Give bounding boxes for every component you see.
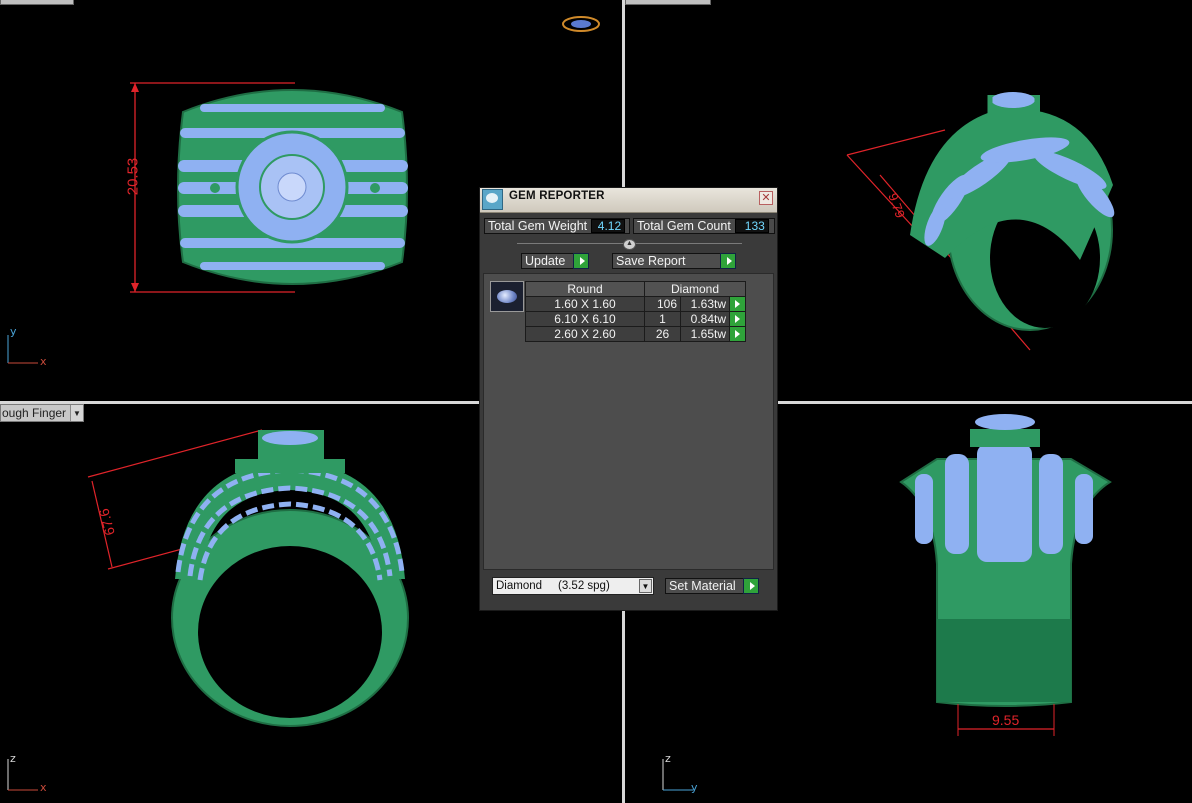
table-header-row: Round Diamond: [525, 281, 746, 297]
gem-reporter-panel: GEM REPORTER ✕ Total Gem Weight 4.12 Tot…: [479, 187, 778, 611]
viewport-label-dropdown[interactable]: ough Finger ▼: [0, 404, 84, 422]
axis-y-label: y: [10, 325, 17, 338]
total-gem-count-label: Total Gem Count: [637, 219, 731, 233]
material-select-value: Diamond (3.52 spg): [496, 580, 610, 592]
set-material-button[interactable]: Set Material: [665, 578, 759, 594]
view-cube-icon[interactable]: [561, 14, 601, 36]
gem-count-cell: 106: [644, 296, 681, 312]
axis-indicator-side: [662, 759, 693, 791]
select-gems-button[interactable]: [729, 311, 746, 327]
axis-x-label: x: [40, 355, 47, 368]
axis-indicator: [7, 335, 38, 364]
total-gem-count-value: 133: [734, 219, 769, 233]
save-report-button-label: Save Report: [616, 254, 686, 268]
gem-report-table: Round Diamond 1.60 X 1.60 106 1.63tw 6.1…: [525, 281, 746, 342]
viewport-label-text: ough Finger: [2, 406, 67, 420]
width-dimension-label: 9.55: [992, 712, 1020, 728]
table-row[interactable]: 1.60 X 1.60 106 1.63tw: [525, 296, 746, 312]
gem-weight-cell: 0.84tw: [680, 311, 730, 327]
close-icon[interactable]: ✕: [759, 191, 773, 205]
select-gems-button[interactable]: [729, 326, 746, 342]
update-button[interactable]: Update: [521, 253, 589, 269]
gem-report-area: Round Diamond 1.60 X 1.60 106 1.63tw 6.1…: [483, 273, 774, 570]
gem-size-cell: 6.10 X 6.10: [525, 311, 645, 327]
set-material-button-label: Set Material: [669, 579, 736, 593]
chevron-down-icon[interactable]: ▼: [639, 579, 652, 593]
gem-count-cell: 26: [644, 326, 681, 342]
play-arrow-icon: [573, 253, 589, 269]
height-dimension-label: 20.53: [124, 157, 142, 196]
save-report-button[interactable]: Save Report: [612, 253, 736, 269]
axis-indicator-front: [7, 759, 38, 791]
axis-x-label-front: x: [40, 781, 47, 794]
gem-reporter-titlebar[interactable]: GEM REPORTER ✕: [480, 188, 777, 213]
total-gem-count-box: Total Gem Count 133: [633, 218, 775, 234]
total-gem-weight-box: Total Gem Weight 4.12: [484, 218, 630, 234]
gem-material-header: Diamond: [644, 281, 746, 297]
gem-reporter-title: GEM REPORTER: [509, 190, 605, 202]
gem-weight-cell: 1.63tw: [680, 296, 730, 312]
axis-y-label-side: y: [691, 781, 698, 794]
gem-report-icon: [482, 189, 503, 210]
total-gem-weight-label: Total Gem Weight: [488, 219, 588, 233]
play-arrow-icon: [720, 253, 736, 269]
total-gem-weight-value: 4.12: [591, 219, 626, 233]
play-arrow-icon: [743, 578, 759, 594]
chevron-down-icon[interactable]: ▼: [70, 405, 83, 421]
gem-size-cell: 2.60 X 2.60: [525, 326, 645, 342]
gem-weight-cell: 1.65tw: [680, 326, 730, 342]
table-row[interactable]: 6.10 X 6.10 1 0.84tw: [525, 311, 746, 327]
total-gem-weight-row: Total Gem Weight 4.12: [484, 218, 630, 234]
update-button-label: Update: [525, 254, 566, 268]
table-row[interactable]: 2.60 X 2.60 26 1.65tw: [525, 326, 746, 342]
round-diamond-icon: [490, 281, 524, 312]
gem-size-cell: 1.60 X 1.60: [525, 296, 645, 312]
axis-z-label-side: z: [665, 752, 671, 765]
total-gem-count-row: Total Gem Count 133: [633, 218, 775, 234]
select-gems-button[interactable]: [729, 296, 746, 312]
viewport-tab-stub[interactable]: [625, 0, 711, 5]
viewport-tab-stub[interactable]: [0, 0, 74, 5]
gem-shape-header: Round: [525, 281, 645, 297]
collapse-icon[interactable]: ▲: [623, 239, 636, 250]
axis-z-label: z: [10, 752, 16, 765]
gem-count-cell: 1: [644, 311, 681, 327]
material-select[interactable]: Diamond (3.52 spg) ▼: [492, 577, 654, 595]
